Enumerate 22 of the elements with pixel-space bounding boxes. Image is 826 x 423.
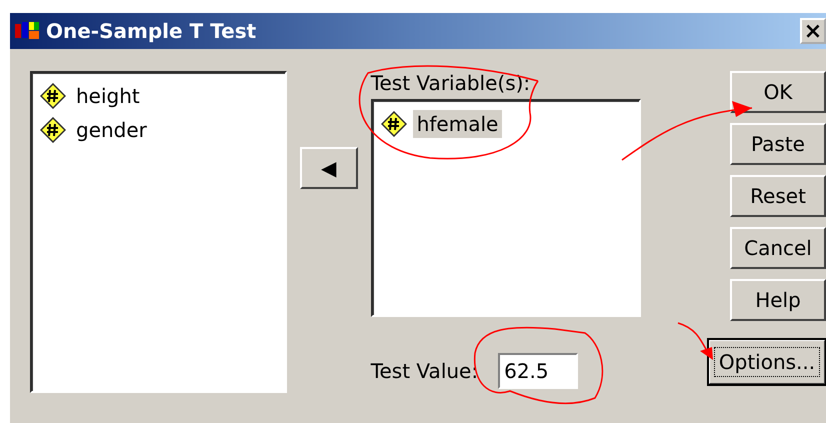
numeric-variable-icon <box>40 83 66 109</box>
test-value-label: Test Value: <box>370 359 478 383</box>
test-variables-list[interactable]: hfemale <box>370 99 641 317</box>
close-button[interactable]: × <box>800 18 826 44</box>
dialog-button[interactable]: OK <box>730 71 826 113</box>
source-variable-list[interactable]: height gender <box>30 71 287 393</box>
dialog-button[interactable]: Reset <box>730 175 826 217</box>
numeric-variable-icon <box>40 117 66 143</box>
dialog-button[interactable]: Help <box>730 279 826 321</box>
dialog-button[interactable]: Options... <box>708 339 826 385</box>
test-value-field[interactable]: 62.5 <box>498 353 578 389</box>
app-icon <box>14 21 40 41</box>
move-button[interactable]: ◀ <box>300 147 358 189</box>
variable-item[interactable]: gender <box>72 116 151 144</box>
window-title: One-Sample T Test <box>46 19 258 43</box>
variable-item[interactable]: hfemale <box>412 110 502 138</box>
arrow-annotation <box>678 322 713 360</box>
test-variables-label: Test Variable(s): <box>370 71 532 97</box>
variable-item[interactable]: height <box>72 82 144 110</box>
dialog-button[interactable]: Paste <box>730 123 826 165</box>
dialog-button[interactable]: Cancel <box>730 227 826 269</box>
numeric-variable-icon <box>380 111 407 137</box>
